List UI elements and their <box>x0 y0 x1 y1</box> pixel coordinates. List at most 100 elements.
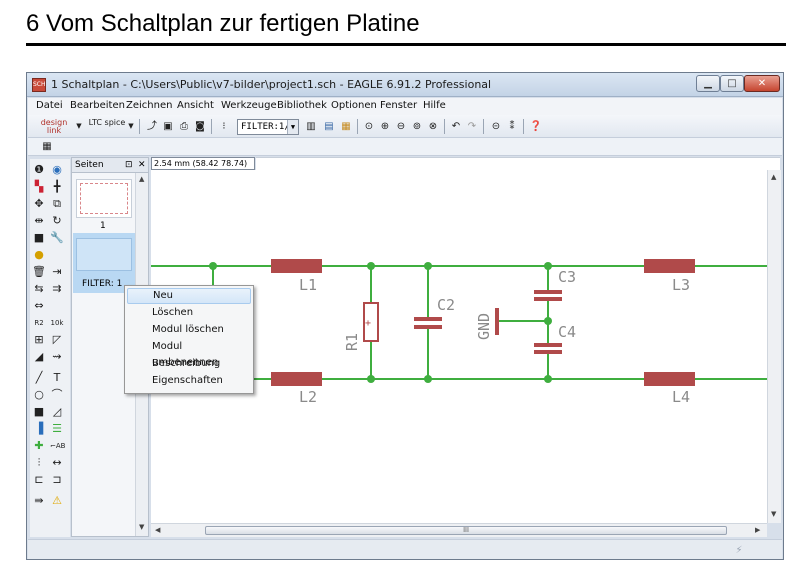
zoom-fit-icon[interactable]: ⊙ <box>362 119 376 134</box>
mark-icon[interactable]: ╋ <box>50 180 64 194</box>
move-icon[interactable]: ✥ <box>32 197 46 211</box>
close-icon[interactable]: ✕ <box>138 158 146 172</box>
menu-optionen[interactable]: Optionen <box>331 100 377 111</box>
undo-icon[interactable]: ↶ <box>449 119 463 134</box>
capacitor-c4-plate-bottom[interactable] <box>534 350 562 354</box>
show-icon[interactable]: ◉ <box>50 163 64 177</box>
menu-zeichnen[interactable]: Zeichnen <box>126 100 172 111</box>
pin-icon[interactable]: ⊡ <box>125 158 133 172</box>
grid-icon[interactable]: ▦ <box>40 139 54 154</box>
erc-icon[interactable]: ⇛ <box>32 494 46 508</box>
command-line[interactable] <box>256 157 780 170</box>
value-icon[interactable]: 10k <box>50 316 64 330</box>
context-menu-rename-module[interactable]: Modul umbenennen <box>127 339 251 368</box>
redo-icon[interactable]: ↷ <box>465 119 479 134</box>
port-icon[interactable]: ⊐ <box>50 473 64 487</box>
open-icon[interactable]: ⤴ <box>145 119 159 134</box>
page-thumbnail-1[interactable] <box>76 179 132 218</box>
delete-icon[interactable]: 🗑 <box>32 265 46 279</box>
inductor-l2[interactable] <box>271 372 322 386</box>
ltcspice-button[interactable]: LTC spice <box>87 119 127 134</box>
gateswap-icon[interactable]: ⇉ <box>50 282 64 296</box>
ulp-icon[interactable]: ▤ <box>322 119 336 134</box>
print-icon[interactable]: ⎙ <box>177 119 191 134</box>
change-icon[interactable]: 🔧 <box>50 231 64 245</box>
inductor-l4[interactable] <box>644 372 695 386</box>
capacitor-c2-plate-bottom[interactable] <box>414 325 442 329</box>
context-menu-delete[interactable]: Löschen <box>127 305 251 321</box>
menu-ansicht[interactable]: Ansicht <box>177 100 214 111</box>
junction-icon[interactable]: ✚ <box>32 439 46 453</box>
context-menu-description[interactable]: Beschreibung <box>127 356 251 372</box>
menu-hilfe[interactable]: Hilfe <box>423 100 446 111</box>
circle-icon[interactable]: ○ <box>32 388 46 402</box>
miter-icon[interactable]: ◸ <box>50 333 64 347</box>
module-page-selected[interactable]: FILTER: 1 <box>73 233 135 293</box>
scroll-up-icon[interactable]: ▲ <box>771 173 776 181</box>
go-icon[interactable]: ⁑ <box>505 119 519 134</box>
scroll-right-icon[interactable]: ▶ <box>755 526 760 534</box>
cam-icon[interactable]: ◙ <box>193 119 207 134</box>
mirror-icon[interactable]: ⇹ <box>32 214 46 228</box>
close-button[interactable]: ✕ <box>744 75 780 92</box>
scroll-down-icon[interactable]: ▼ <box>771 510 776 518</box>
rotate-icon[interactable]: ↻ <box>50 214 64 228</box>
invoke-icon[interactable]: ⇝ <box>50 350 64 364</box>
label-icon[interactable]: ⌐AB <box>50 439 65 453</box>
arc-icon[interactable]: ⌒ <box>50 388 64 402</box>
script-icon[interactable]: ▦ <box>339 119 353 134</box>
zoom-in-icon[interactable]: ⊕ <box>378 119 392 134</box>
context-menu-new[interactable]: Neu <box>127 288 251 304</box>
wire-icon[interactable]: ╱ <box>32 371 46 385</box>
add-icon[interactable]: ⇥ <box>50 265 64 279</box>
stop-icon[interactable]: ⊝ <box>489 119 503 134</box>
dimension-icon[interactable]: ↔ <box>50 456 64 470</box>
scroll-up-icon[interactable]: ▲ <box>139 175 144 183</box>
filter-select[interactable]: FILTER:1/1 ▼ <box>237 119 299 135</box>
scroll-down-icon[interactable]: ▼ <box>139 523 144 531</box>
net-icon[interactable]: ☰ <box>50 422 64 436</box>
module-icon[interactable]: ⊏ <box>32 473 46 487</box>
pinswap-icon[interactable]: ⇆ <box>32 282 46 296</box>
display-icon[interactable]: ▚ <box>32 180 46 194</box>
help-icon[interactable]: ❓ <box>529 119 543 134</box>
maximize-button[interactable]: □ <box>720 75 744 92</box>
vertical-scrollbar[interactable]: ▲ ▼ <box>767 170 781 523</box>
rect-icon[interactable]: ■ <box>32 405 46 419</box>
errors-icon[interactable]: ⚠ <box>50 494 64 508</box>
minimize-button[interactable]: ▁ <box>696 75 720 92</box>
attribute-icon[interactable]: ⫶ <box>32 456 46 470</box>
horizontal-scroll-thumb[interactable]: III <box>205 526 727 535</box>
horizontal-scrollbar[interactable]: ◀ III ▶ <box>151 523 767 537</box>
info-icon[interactable]: ❶ <box>32 163 46 177</box>
menu-werkzeuge[interactable]: Werkzeuge <box>221 100 277 111</box>
zoom-redraw-icon[interactable]: ⊚ <box>410 119 424 134</box>
menu-bibliothek[interactable]: Bibliothek <box>277 100 327 111</box>
bus-icon[interactable]: ▐ <box>32 422 46 436</box>
group-icon[interactable]: ■ <box>32 231 46 245</box>
app-icon[interactable]: SCH <box>32 78 46 92</box>
capacitor-c4-plate-top[interactable] <box>534 343 562 347</box>
copy-icon[interactable]: ⧉ <box>50 197 64 211</box>
zoom-select-icon[interactable]: ⊗ <box>426 119 440 134</box>
menu-bearbeiten[interactable]: Bearbeiten <box>70 100 125 111</box>
dropdown-arrow-icon[interactable]: ▼ <box>127 119 135 134</box>
designlink-button[interactable]: design link <box>34 119 74 135</box>
context-menu-properties[interactable]: Eigenschaften <box>127 373 251 389</box>
dropdown-arrow-icon[interactable]: ▼ <box>75 119 83 134</box>
paste-icon[interactable]: ● <box>32 248 46 262</box>
inductor-l3[interactable] <box>644 259 695 273</box>
name-icon[interactable]: R2 <box>32 316 46 330</box>
status-action-icon[interactable]: ⚡ <box>732 543 746 558</box>
context-menu-delete-module[interactable]: Modul löschen <box>127 322 251 338</box>
split-icon[interactable]: ◢ <box>32 350 46 364</box>
menu-datei[interactable]: Datei <box>36 100 63 111</box>
save-icon[interactable]: ▣ <box>161 119 175 134</box>
text-icon[interactable]: T <box>50 371 64 385</box>
zoom-out-icon[interactable]: ⊖ <box>394 119 408 134</box>
inductor-l1[interactable] <box>271 259 322 273</box>
board-icon[interactable]: ▥ <box>304 119 318 134</box>
replace-icon[interactable]: ⇔ <box>32 299 46 313</box>
sheet-icon[interactable]: ⁝ <box>218 119 230 134</box>
scroll-left-icon[interactable]: ◀ <box>155 526 160 534</box>
